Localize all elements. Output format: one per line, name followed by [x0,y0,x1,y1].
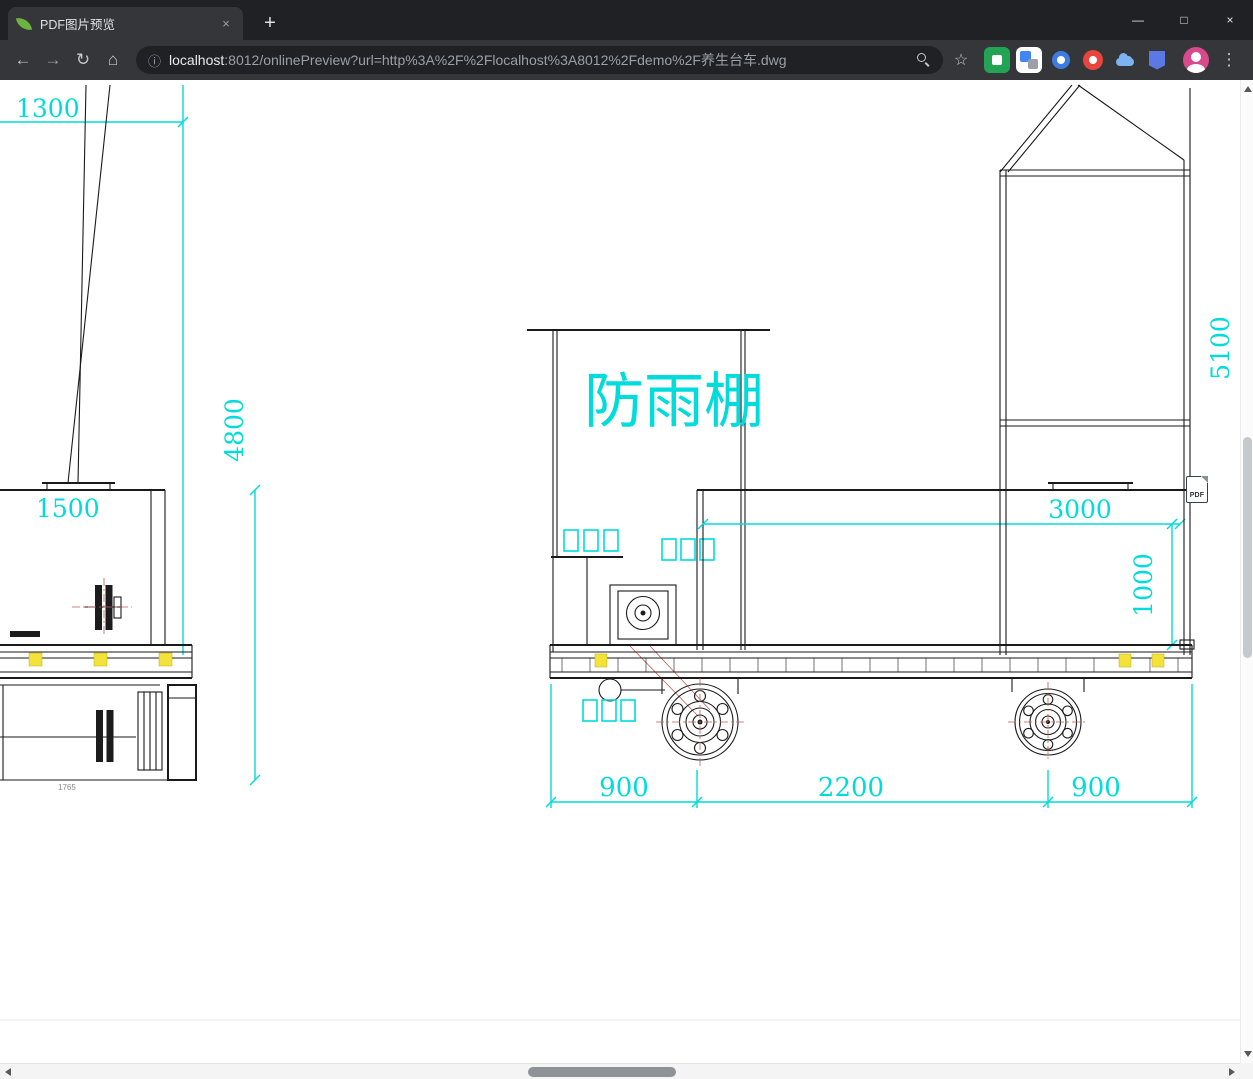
vertical-scrollbar-thumb[interactable] [1243,437,1252,658]
left-elevation-view: 1300 4800 1500 1765 [0,84,261,792]
dim-900-left: 900 [599,773,649,803]
maximize-button[interactable]: □ [1161,0,1207,40]
new-tab-button[interactable]: + [256,9,284,37]
profile-avatar[interactable] [1183,47,1209,73]
window-controls: — □ × [1115,0,1253,40]
base-frame [549,644,1193,679]
spring-leaf-favicon [15,15,33,32]
scroll-up-arrow-icon[interactable] [1244,86,1252,92]
dim-1500: 1500 [36,494,100,523]
pdf-icon-fold [1201,476,1208,483]
home-button[interactable]: ⌂ [98,45,128,75]
bookmark-star-icon[interactable]: ☆ [949,48,973,72]
vertical-scrollbar[interactable] [1240,80,1253,1063]
scroll-left-arrow-icon[interactable] [5,1068,11,1076]
scroll-right-arrow-icon[interactable] [1229,1068,1235,1076]
platform-structure: 3000 1000 5100 [696,84,1235,655]
url-path: :8012/onlinePreview?url=http%3A%2F%2Floc… [224,52,787,68]
minimize-button[interactable]: — [1115,0,1161,40]
tab-title: PDF图片预览 [40,18,116,32]
tab-strip: PDF图片预览 × + — □ × [0,0,1253,40]
dim-2200: 2200 [818,773,884,803]
extension-icon-3[interactable] [1048,47,1074,73]
url-host: localhost [169,52,225,68]
tab-close-icon[interactable]: × [217,15,235,33]
cad-drawing: 1300 4800 1500 1765 防雨棚 3000 1000 5100 9… [0,84,1240,1021]
scroll-down-arrow-icon[interactable] [1244,1051,1252,1057]
translate-extension-icon[interactable] [1016,47,1042,73]
tab-pdf-preview[interactable]: PDF图片预览 × [8,7,243,40]
extensions-row [981,47,1173,73]
dim-1300: 1300 [16,94,80,123]
back-button[interactable]: ← [8,45,38,75]
reload-button[interactable]: ↻ [68,45,98,75]
url-text[interactable]: localhost:8012/onlinePreview?url=http%3A… [169,50,909,70]
wheels [582,678,1088,766]
scrollbar-corner [1240,1063,1253,1079]
dim-900-right: 900 [1071,773,1121,803]
zoom-icon[interactable] [917,53,931,67]
dim-1000: 1000 [1129,553,1158,617]
page-content: 1300 4800 1500 1765 防雨棚 3000 1000 5100 9… [0,80,1253,1063]
dim-1765: 1765 [58,783,76,792]
dim-4800: 4800 [220,398,249,462]
dim-3000: 3000 [1048,495,1112,524]
horizontal-scrollbar-thumb[interactable] [528,1067,676,1077]
close-button[interactable]: × [1207,0,1253,40]
browser-window: PDF图片预览 × + — □ × ← → ↻ ⌂ ⓘ localhost:80… [0,0,1253,1079]
browser-toolbar: ← → ↻ ⌂ ⓘ localhost:8012/onlinePreview?u… [0,40,1253,80]
pdf-icon-label: PDF [1189,492,1205,499]
forward-button[interactable]: → [38,45,68,75]
extension-icon-4[interactable] [1080,47,1106,73]
horizontal-scrollbar[interactable] [0,1063,1240,1079]
browser-menu-icon[interactable]: ⋮ [1217,45,1241,75]
extension-icon-1[interactable] [984,47,1010,73]
shield-extension-icon[interactable] [1144,47,1170,73]
pdf-file-icon[interactable]: PDF [1186,476,1208,503]
dim-5100: 5100 [1206,316,1235,380]
cloud-extension-icon[interactable] [1112,47,1138,73]
shelter-label: 防雨棚 [584,367,764,437]
address-bar[interactable]: ⓘ localhost:8012/onlinePreview?url=http%… [136,46,943,74]
page-info-icon[interactable]: ⓘ [148,51,161,70]
bottom-dimension-chain: 900 2200 900 [545,684,1198,808]
